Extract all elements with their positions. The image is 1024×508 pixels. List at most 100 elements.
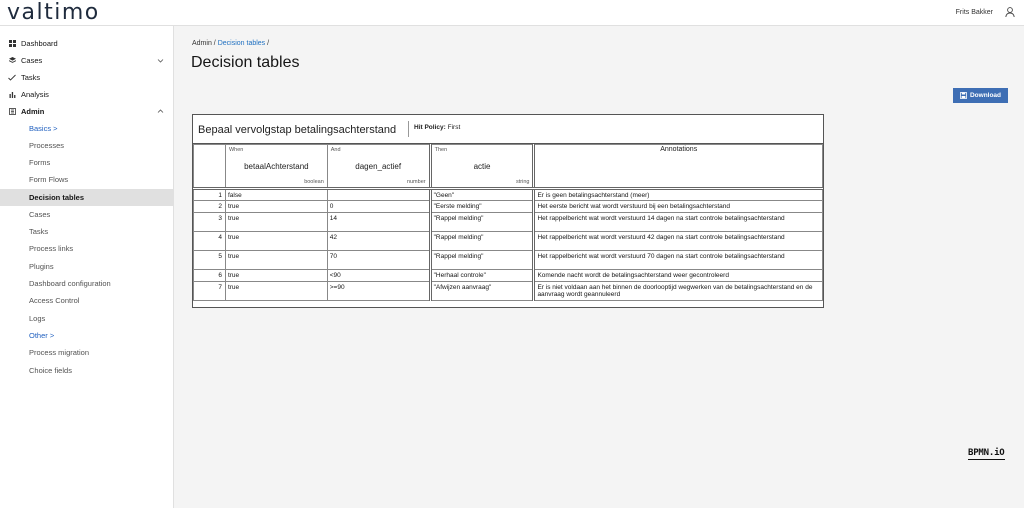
index-header — [193, 144, 226, 190]
annotation-entry[interactable]: Er is geen betalingsachterstand (meer) — [532, 188, 823, 201]
sidebar-item-label: Cases — [21, 56, 43, 65]
input-entry[interactable]: true — [224, 281, 328, 301]
sidebar-subitem-logs[interactable]: Logs — [0, 310, 174, 327]
sidebar-subitem-cases[interactable]: Cases — [0, 206, 174, 223]
table-row[interactable]: 6 true <90 "Herhaal controle" Komende nacht … — [193, 269, 823, 282]
chevron-up-icon[interactable] — [157, 108, 164, 115]
download-button[interactable]: Download — [953, 88, 1008, 103]
rule-index: 5 — [193, 250, 226, 270]
output-entry[interactable]: "Rappel melding" — [428, 250, 535, 270]
input-expression[interactable]: betaalAchterstand — [226, 162, 327, 171]
user-icon[interactable] — [1004, 6, 1016, 18]
chevron-down-icon[interactable] — [157, 57, 164, 64]
sidebar-subitem-access-control[interactable]: Access Control — [0, 292, 174, 309]
input-column-header[interactable]: When betaalAchterstand boolean — [224, 144, 328, 190]
rule-index: 4 — [193, 231, 226, 251]
output-entry[interactable]: "Rappel melding" — [428, 231, 535, 251]
save-icon — [960, 92, 967, 99]
sidebar-item-label: Admin — [21, 107, 45, 116]
table-row[interactable]: 2 true 0 "Eerste melding" Het eerste bericht… — [193, 200, 823, 213]
output-expression[interactable]: actie — [432, 162, 533, 171]
rule-index: 7 — [193, 281, 226, 301]
input-entry[interactable]: true — [224, 250, 328, 270]
input-entry[interactable]: true — [224, 200, 328, 213]
dashboard-icon — [7, 40, 17, 47]
output-column-header[interactable]: Then actie string — [428, 144, 535, 190]
sidebar-subitem-process-links[interactable]: Process links — [0, 240, 174, 257]
input-entry[interactable]: true — [224, 231, 328, 251]
sidebar-subitem-plugins[interactable]: Plugins — [0, 258, 174, 275]
bpmn-io-logo[interactable]: BPMN.iO — [968, 449, 1005, 460]
sidebar: Dashboard Cases Tasks Analysis Admin Bas… — [0, 26, 174, 508]
sidebar-subitem-tasks[interactable]: Tasks — [0, 223, 174, 240]
annotation-entry[interactable]: Het eerste bericht wat wordt verstuurd b… — [532, 200, 823, 213]
sidebar-subitem-process-migration[interactable]: Process migration — [0, 344, 174, 361]
sidebar-subitem-choice-fields[interactable]: Choice fields — [0, 362, 174, 379]
input-entry[interactable]: false — [224, 188, 328, 201]
table-row[interactable]: 7 true >=90 "Afwijzen aanvraag" Er is niet v… — [193, 281, 823, 301]
sidebar-subitem-dashboard-configuration[interactable]: Dashboard configuration — [0, 275, 174, 292]
table-row[interactable]: 4 true 42 "Rappel melding" Het rappelbericht… — [193, 231, 823, 251]
decision-table: Bepaal vervolgstap betalingsachterstand … — [192, 114, 824, 308]
input-entry[interactable] — [326, 188, 431, 201]
column-label: Annotations — [660, 146, 698, 153]
sidebar-subitem-other[interactable]: Other > — [0, 327, 174, 344]
app-logo[interactable]: valtimo — [7, 1, 100, 25]
sidebar-item-cases[interactable]: Cases — [0, 52, 174, 69]
output-entry[interactable]: "Afwijzen aanvraag" — [428, 281, 535, 301]
hit-policy[interactable]: Hit Policy: First — [414, 124, 460, 131]
type-ref: number — [406, 179, 426, 185]
breadcrumb: Admin / Decision tables / — [192, 40, 269, 47]
table-row[interactable]: 1 false "Geen" Er is geen betalingsachterst… — [193, 188, 823, 201]
type-ref: boolean — [304, 179, 324, 185]
column-label: And — [330, 147, 341, 153]
sidebar-subitem-basics[interactable]: Basics > — [0, 120, 174, 137]
input-column-header[interactable]: And dagen_actief number — [326, 144, 431, 190]
rule-index: 1 — [193, 188, 226, 201]
header-divider — [408, 121, 409, 137]
annotation-entry[interactable]: Er is niet voldaan aan het binnen de doo… — [532, 281, 823, 301]
annotation-entry[interactable]: Komende nacht wordt de betalingsachterst… — [532, 269, 823, 282]
sidebar-item-label: Dashboard — [21, 39, 58, 48]
breadcrumb-decision-tables[interactable]: Decision tables — [218, 40, 265, 47]
hit-policy-value: First — [447, 124, 461, 131]
sidebar-subitem-forms[interactable]: Forms — [0, 154, 174, 171]
sidebar-subitem-decision-tables[interactable]: Decision tables — [0, 189, 174, 206]
input-entry[interactable]: <90 — [326, 269, 431, 282]
sidebar-item-tasks[interactable]: Tasks — [0, 69, 174, 86]
input-entry[interactable]: 70 — [326, 250, 431, 270]
input-entry[interactable]: 42 — [326, 231, 431, 251]
input-expression[interactable]: dagen_actief — [328, 162, 429, 171]
sidebar-item-analysis[interactable]: Analysis — [0, 86, 174, 103]
input-entry[interactable]: 0 — [326, 200, 431, 213]
input-entry[interactable]: >=90 — [326, 281, 431, 301]
input-entry[interactable]: 14 — [326, 212, 431, 232]
input-entry[interactable]: true — [224, 269, 328, 282]
rule-index: 3 — [193, 212, 226, 232]
sidebar-subitem-form-flows[interactable]: Form Flows — [0, 171, 174, 188]
annotation-entry[interactable]: Het rappelbericht wat wordt verstuurd 14… — [532, 212, 823, 232]
output-entry[interactable]: "Rappel melding" — [428, 212, 535, 232]
table-row[interactable]: 3 true 14 "Rappel melding" Het rappelbericht… — [193, 212, 823, 232]
decision-name[interactable]: Bepaal vervolgstap betalingsachterstand — [198, 124, 396, 136]
output-entry[interactable]: "Geen" — [428, 188, 535, 201]
breadcrumb-admin[interactable]: Admin — [192, 40, 212, 47]
annotation-entry[interactable]: Het rappelbericht wat wordt verstuurd 70… — [532, 250, 823, 270]
sidebar-item-admin[interactable]: Admin — [0, 103, 174, 120]
user-name[interactable]: Frits Bakker — [956, 9, 993, 16]
admin-icon — [7, 108, 17, 115]
cases-icon — [7, 57, 17, 64]
sidebar-subitem-processes[interactable]: Processes — [0, 137, 174, 154]
rules-table: When betaalAchterstand boolean And dagen… — [193, 144, 823, 301]
annotation-entry[interactable]: Het rappelbericht wat wordt verstuurd 42… — [532, 231, 823, 251]
sidebar-item-label: Analysis — [21, 90, 49, 99]
breadcrumb-separator: / — [267, 40, 270, 47]
table-row[interactable]: 5 true 70 "Rappel melding" Het rappelbericht… — [193, 250, 823, 270]
output-entry[interactable]: "Herhaal controle" — [428, 269, 535, 282]
rule-index: 6 — [193, 269, 226, 282]
input-entry[interactable]: true — [224, 212, 328, 232]
output-entry[interactable]: "Eerste melding" — [428, 200, 535, 213]
analysis-icon — [7, 91, 17, 98]
top-bar: valtimo Frits Bakker — [0, 0, 1024, 26]
sidebar-item-dashboard[interactable]: Dashboard — [0, 35, 174, 52]
